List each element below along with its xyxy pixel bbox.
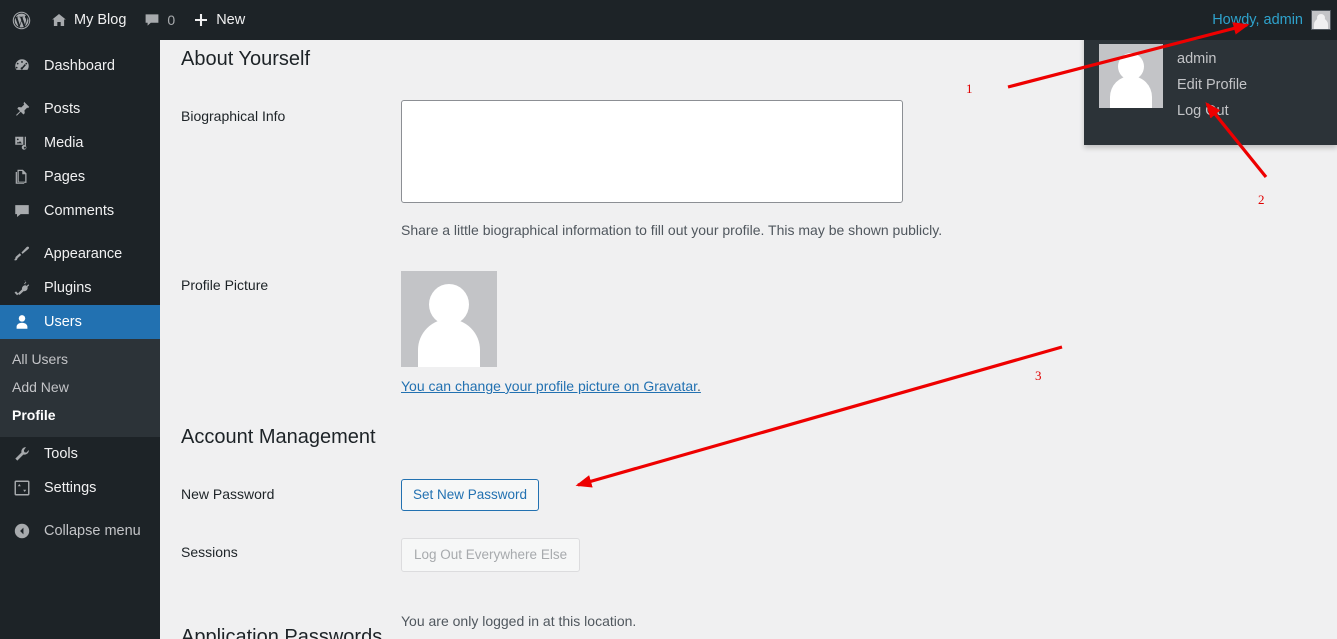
sidebar-item-collapse-menu[interactable]: Collapse menu <box>0 514 160 548</box>
sessions-description: You are only logged in at this location. <box>401 613 636 629</box>
user-dropdown-links: admin Edit Profile Log Out <box>1177 44 1247 145</box>
sidebar-label: Appearance <box>44 246 122 262</box>
sidebar-label: Comments <box>44 203 114 219</box>
admin-bar: My Blog 0 New Howdy, admin <box>0 0 1337 40</box>
profile-picture-label: Profile Picture <box>181 277 268 293</box>
sidebar-label: Tools <box>44 446 78 462</box>
sidebar-item-media[interactable]: Media <box>0 126 160 160</box>
sidebar-item-plugins[interactable]: Plugins <box>0 271 160 305</box>
menu-spacer <box>0 228 160 237</box>
sidebar-item-users[interactable]: Users <box>0 305 160 339</box>
sidebar-item-appearance[interactable]: Appearance <box>0 237 160 271</box>
sidebar-item-pages[interactable]: Pages <box>0 160 160 194</box>
application-passwords-heading: Application Passwords <box>181 626 382 639</box>
comments-count: 0 <box>167 12 175 28</box>
howdy-user-link[interactable]: Howdy, admin <box>1212 12 1303 28</box>
wordpress-logo-button[interactable] <box>0 0 42 40</box>
sidebar-item-comments[interactable]: Comments <box>0 194 160 228</box>
user-avatar-icon[interactable] <box>1311 10 1331 30</box>
new-content-label: New <box>216 12 245 28</box>
dropdown-log-out[interactable]: Log Out <box>1177 98 1247 124</box>
user-account-dropdown: admin Edit Profile Log Out <box>1084 32 1337 145</box>
pin-icon <box>12 99 32 119</box>
admin-bar-right-group: Howdy, admin <box>1212 0 1337 40</box>
set-new-password-button[interactable]: Set New Password <box>401 479 539 511</box>
paintbrush-icon <box>12 244 32 264</box>
sidebar-label: Pages <box>44 169 85 185</box>
menu-spacer <box>0 505 160 514</box>
sidebar-item-tools[interactable]: Tools <box>0 437 160 471</box>
biographical-info-textarea[interactable] <box>401 100 903 203</box>
sidebar-label: Dashboard <box>44 58 115 74</box>
profile-picture-avatar <box>401 271 497 367</box>
dashboard-icon <box>12 56 32 76</box>
new-password-label: New Password <box>181 486 274 502</box>
sidebar-label: Users <box>44 314 82 330</box>
sidebar-item-posts[interactable]: Posts <box>0 92 160 126</box>
sidebar-item-settings[interactable]: Settings <box>0 471 160 505</box>
media-icon <box>12 133 32 153</box>
menu-spacer <box>0 83 160 92</box>
admin-sidebar-menu: Dashboard Posts Media <box>0 40 160 639</box>
user-icon <box>12 312 32 332</box>
wrench-icon <box>12 444 32 464</box>
submenu-item-all-users[interactable]: All Users <box>0 345 160 373</box>
sidebar-label: Posts <box>44 101 80 117</box>
sliders-icon <box>12 478 32 498</box>
dropdown-username: admin <box>1177 46 1247 72</box>
submenu-item-profile[interactable]: Profile <box>0 401 160 429</box>
sidebar-item-dashboard[interactable]: Dashboard <box>0 49 160 83</box>
users-submenu: All Users Add New Profile <box>0 339 160 437</box>
about-yourself-heading: About Yourself <box>181 48 310 71</box>
new-content-button[interactable]: New <box>184 0 254 40</box>
dropdown-edit-profile[interactable]: Edit Profile <box>1177 72 1247 98</box>
gravatar-link-period: . <box>697 378 701 394</box>
gravatar-change-link[interactable]: You can change your profile picture on G… <box>401 378 701 394</box>
plug-icon <box>12 278 32 298</box>
user-avatar-large <box>1099 44 1163 108</box>
sidebar-label: Media <box>44 135 84 151</box>
biographical-info-label: Biographical Info <box>181 108 285 124</box>
submenu-item-add-new[interactable]: Add New <box>0 373 160 401</box>
sidebar-label: Plugins <box>44 280 92 296</box>
sidebar-label: Settings <box>44 480 96 496</box>
gravatar-link-text: You can change your profile picture on G… <box>401 378 697 394</box>
wordpress-admin-screen: My Blog 0 New Howdy, admin <box>0 0 1337 639</box>
comment-bubble-icon <box>12 201 32 221</box>
comment-bubble-icon <box>144 12 160 28</box>
collapse-arrow-icon <box>12 521 32 541</box>
biographical-info-description: Share a little biographical information … <box>401 222 942 238</box>
site-name-button[interactable]: My Blog <box>42 0 135 40</box>
site-name-label: My Blog <box>74 12 126 28</box>
sidebar-label: Collapse menu <box>44 523 141 539</box>
plus-icon <box>193 12 209 28</box>
home-icon <box>51 12 67 28</box>
pages-icon <box>12 167 32 187</box>
menu-spacer <box>0 40 160 49</box>
comments-button[interactable]: 0 <box>135 0 184 40</box>
sessions-label: Sessions <box>181 544 238 560</box>
wordpress-logo-icon <box>11 10 32 31</box>
log-out-everywhere-else-button[interactable]: Log Out Everywhere Else <box>401 538 580 572</box>
account-management-heading: Account Management <box>181 426 376 449</box>
